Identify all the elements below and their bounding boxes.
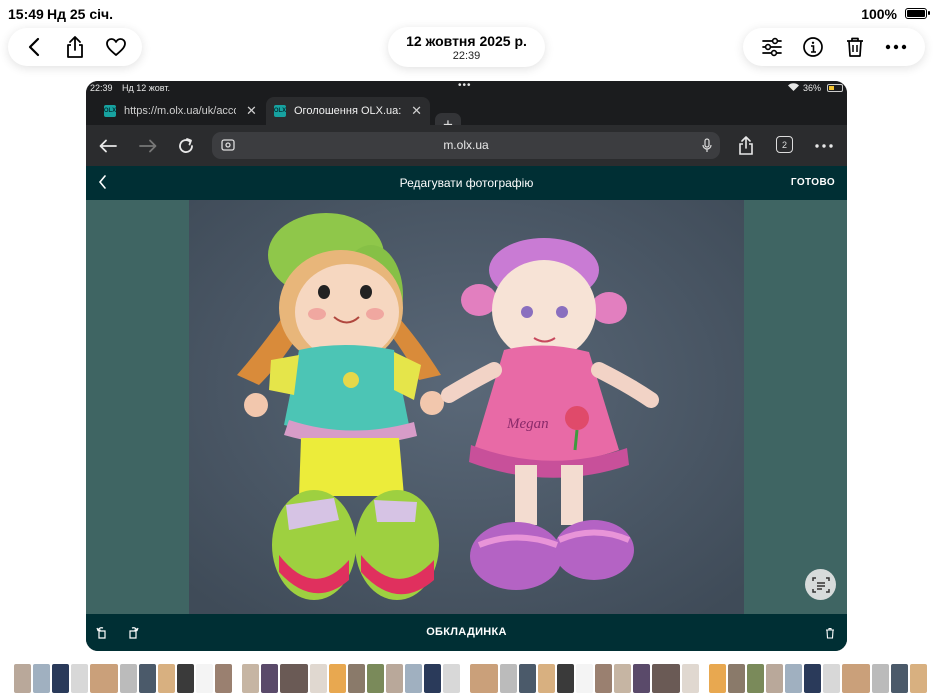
photo-thumbnail[interactable] xyxy=(804,664,821,693)
photo-thumbnail[interactable] xyxy=(500,664,517,693)
photo-thumbnail[interactable] xyxy=(14,664,31,693)
photo-thumbnail[interactable] xyxy=(52,664,69,693)
photo-editor-area: Megan xyxy=(86,200,847,614)
ipad-time: 22:39 xyxy=(90,83,113,93)
photo-thumbnail[interactable] xyxy=(595,664,612,693)
photo-thumbnail[interactable] xyxy=(71,664,88,693)
photo-thumbnail[interactable] xyxy=(614,664,631,693)
thumbnail-strip xyxy=(0,664,933,694)
ipad-battery-percent: 36% xyxy=(802,83,821,93)
ipad-status-bar: 22:39 Нд 12 жовт. ••• 36% xyxy=(86,81,847,95)
photo-thumbnail[interactable] xyxy=(633,664,650,693)
photo-thumbnail[interactable] xyxy=(367,664,384,693)
heart-icon[interactable] xyxy=(103,34,129,60)
tab-label: https://m.olx.ua/uk/acco xyxy=(124,105,236,117)
photo-thumbnail[interactable] xyxy=(386,664,403,693)
close-tab-icon[interactable]: ✕ xyxy=(246,103,257,119)
photo-thumbnail[interactable] xyxy=(443,664,460,693)
browser-tab-active[interactable]: OLX Оголошення OLX.ua: се ✕ xyxy=(266,97,430,125)
photo-thumbnail[interactable] xyxy=(823,664,840,693)
photo-thumbnail[interactable] xyxy=(842,664,870,693)
photo-thumbnail[interactable] xyxy=(891,664,908,693)
photo-thumbnail[interactable] xyxy=(682,664,699,693)
battery-icon xyxy=(905,8,930,19)
share-icon[interactable] xyxy=(733,133,759,159)
share-icon[interactable] xyxy=(62,34,88,60)
dolls-photo[interactable]: Megan xyxy=(189,200,744,614)
photo-thumbnail[interactable] xyxy=(215,664,232,693)
photo-thumbnail[interactable] xyxy=(910,664,927,693)
edit-photo-header: Редагувати фотографію ГОТОВО xyxy=(86,166,847,200)
photo-thumbnail[interactable] xyxy=(90,664,118,693)
photo-thumbnail[interactable] xyxy=(310,664,327,693)
photo-thumbnail[interactable] xyxy=(120,664,137,693)
ellipsis-icon[interactable] xyxy=(883,34,909,60)
photo-thumbnail[interactable] xyxy=(519,664,536,693)
photo-actions-left xyxy=(8,28,142,66)
photo-date: 12 жовтня 2025 р. xyxy=(406,32,527,49)
photo-thumbnail[interactable] xyxy=(557,664,574,693)
arrow-right-icon[interactable] xyxy=(135,133,161,159)
info-icon[interactable] xyxy=(800,34,826,60)
browser-tab[interactable]: OLX https://m.olx.ua/uk/acco ✕ xyxy=(96,97,266,125)
tab-label: Оголошення OLX.ua: се xyxy=(294,105,402,117)
photo-thumbnail[interactable] xyxy=(709,664,726,693)
olx-favicon-icon: OLX xyxy=(274,105,286,117)
photo-thumbnail[interactable] xyxy=(196,664,213,693)
browser-tabs: OLX https://m.olx.ua/uk/acco ✕ OLX Оголо… xyxy=(86,95,847,137)
trash-icon[interactable] xyxy=(825,626,835,644)
cover-label[interactable]: ОБКЛАДИНКА xyxy=(86,626,847,638)
edit-photo-footer: ОБКЛАДИНКА xyxy=(86,614,847,651)
photo-thumbnail[interactable] xyxy=(470,664,498,693)
url-text: m.olx.ua xyxy=(443,138,489,152)
photo-date-pill[interactable]: 12 жовтня 2025 р. 22:39 xyxy=(388,27,545,67)
photo-thumbnail[interactable] xyxy=(348,664,365,693)
olx-favicon-icon: OLX xyxy=(104,105,116,117)
sliders-icon[interactable] xyxy=(759,34,785,60)
close-tab-icon[interactable]: ✕ xyxy=(411,103,422,119)
done-button[interactable]: ГОТОВО xyxy=(791,177,835,188)
ipad-battery-icon xyxy=(827,84,843,92)
photo-thumbnail[interactable] xyxy=(747,664,764,693)
browser-menu-icon[interactable] xyxy=(811,133,837,159)
microphone-icon[interactable] xyxy=(702,138,712,158)
screenshot-image: 22:39 Нд 12 жовт. ••• 36% OLX https://m.… xyxy=(86,81,847,651)
scan-text-button[interactable] xyxy=(805,569,836,600)
chevron-left-icon[interactable] xyxy=(21,34,47,60)
photo-thumbnail[interactable] xyxy=(280,664,308,693)
edit-photo-title: Редагувати фотографію xyxy=(399,176,534,190)
address-bar[interactable]: m.olx.ua xyxy=(212,132,720,159)
photo-thumbnail[interactable] xyxy=(652,664,680,693)
photo-thumbnail[interactable] xyxy=(424,664,441,693)
photo-thumbnail[interactable] xyxy=(538,664,555,693)
photo-thumbnail[interactable] xyxy=(728,664,745,693)
photo-thumbnail[interactable] xyxy=(33,664,50,693)
trash-icon[interactable] xyxy=(842,34,868,60)
doll-name-text: Megan xyxy=(506,416,549,432)
photo-thumbnail[interactable] xyxy=(872,664,889,693)
wifi-icon xyxy=(788,83,799,93)
photo-time: 22:39 xyxy=(452,49,481,62)
photo-thumbnail[interactable] xyxy=(405,664,422,693)
photo-thumbnail[interactable] xyxy=(158,664,175,693)
status-bar: 15:49 Нд 25 січ. 100% xyxy=(0,0,933,28)
browser-toolbar: m.olx.ua 2 xyxy=(86,125,847,166)
photo-thumbnail[interactable] xyxy=(785,664,802,693)
photo-thumbnail[interactable] xyxy=(139,664,156,693)
photo-thumbnail[interactable] xyxy=(329,664,346,693)
status-date: Нд 25 січ. xyxy=(47,6,114,22)
ipad-date: Нд 12 жовт. xyxy=(122,83,170,93)
multitask-dots-icon: ••• xyxy=(458,81,472,91)
photo-actions-right xyxy=(743,28,925,66)
photo-thumbnail[interactable] xyxy=(242,664,259,693)
arrow-left-icon[interactable] xyxy=(95,133,121,159)
photo-thumbnail[interactable] xyxy=(177,664,194,693)
status-time: 15:49 xyxy=(8,6,44,22)
tab-count-button[interactable]: 2 xyxy=(776,136,793,153)
reload-icon[interactable] xyxy=(173,133,199,159)
photo-thumbnail[interactable] xyxy=(766,664,783,693)
photo-thumbnail[interactable] xyxy=(261,664,278,693)
photo-thumbnail[interactable] xyxy=(576,664,593,693)
battery-percent: 100% xyxy=(861,6,897,22)
